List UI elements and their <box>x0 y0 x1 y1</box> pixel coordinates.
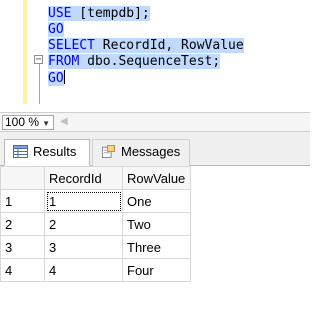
change-tracking-gutter <box>23 0 27 104</box>
grid-icon <box>13 145 28 158</box>
table-row: 4 4 Four <box>0 258 191 282</box>
row-number-header[interactable] <box>0 166 45 190</box>
table-cell[interactable]: Three <box>122 235 191 259</box>
row-number[interactable]: 3 <box>0 235 45 259</box>
outline-guide-line <box>39 64 40 104</box>
collapse-outline-icon[interactable]: − <box>34 55 43 65</box>
table-cell[interactable]: Four <box>122 258 191 282</box>
column-header-rowvalue[interactable]: RowValue <box>122 166 191 190</box>
results-table: RecordId RowValue 1 1 One 2 2 Two 3 3 Th… <box>0 166 191 282</box>
text-caret <box>63 70 65 84</box>
table-cell[interactable]: 4 <box>44 258 123 282</box>
table-row: 3 3 Three <box>0 235 191 259</box>
table-row: 1 1 One <box>0 189 191 213</box>
code-line-5: GO <box>48 70 65 86</box>
table-cell[interactable]: One <box>122 189 191 213</box>
tab-results[interactable]: Results <box>4 139 90 166</box>
code-line-2: GO <box>48 22 64 37</box>
table-cell[interactable]: 1 <box>44 189 123 213</box>
scroll-left-icon[interactable]: ◀ <box>60 116 68 127</box>
zoom-dropdown[interactable]: 100 % ▼ <box>2 115 54 130</box>
results-grid[interactable]: RecordId RowValue 1 1 One 2 2 Two 3 3 Th… <box>0 166 310 309</box>
table-cell[interactable]: 2 <box>44 212 123 236</box>
code-line-4: FROM dbo.SequenceTest; <box>48 54 221 69</box>
row-number[interactable]: 2 <box>0 212 45 236</box>
column-header-recordid[interactable]: RecordId <box>44 166 123 190</box>
tab-messages[interactable]: Messages <box>92 139 190 166</box>
row-number[interactable]: 1 <box>0 189 45 213</box>
query-editor[interactable]: − USE [tempdb]; GO SELECT RecordId, RowV… <box>0 0 310 112</box>
row-number[interactable]: 4 <box>0 258 45 282</box>
table-row: 2 2 Two <box>0 212 191 236</box>
chevron-down-icon: ▼ <box>42 119 50 128</box>
messages-icon <box>102 145 115 158</box>
results-tab-strip: Results Messages <box>0 132 310 166</box>
zoom-bar: 100 % ▼ ◀ <box>0 112 310 132</box>
table-cell[interactable]: Two <box>122 212 191 236</box>
header-row: RecordId RowValue <box>0 166 191 190</box>
table-cell[interactable]: 3 <box>44 235 123 259</box>
code-line-3: SELECT RecordId, RowValue <box>48 38 244 53</box>
code-line-1: USE [tempdb]; <box>48 6 150 21</box>
code-area[interactable]: USE [tempdb]; GO SELECT RecordId, RowVal… <box>48 6 244 86</box>
